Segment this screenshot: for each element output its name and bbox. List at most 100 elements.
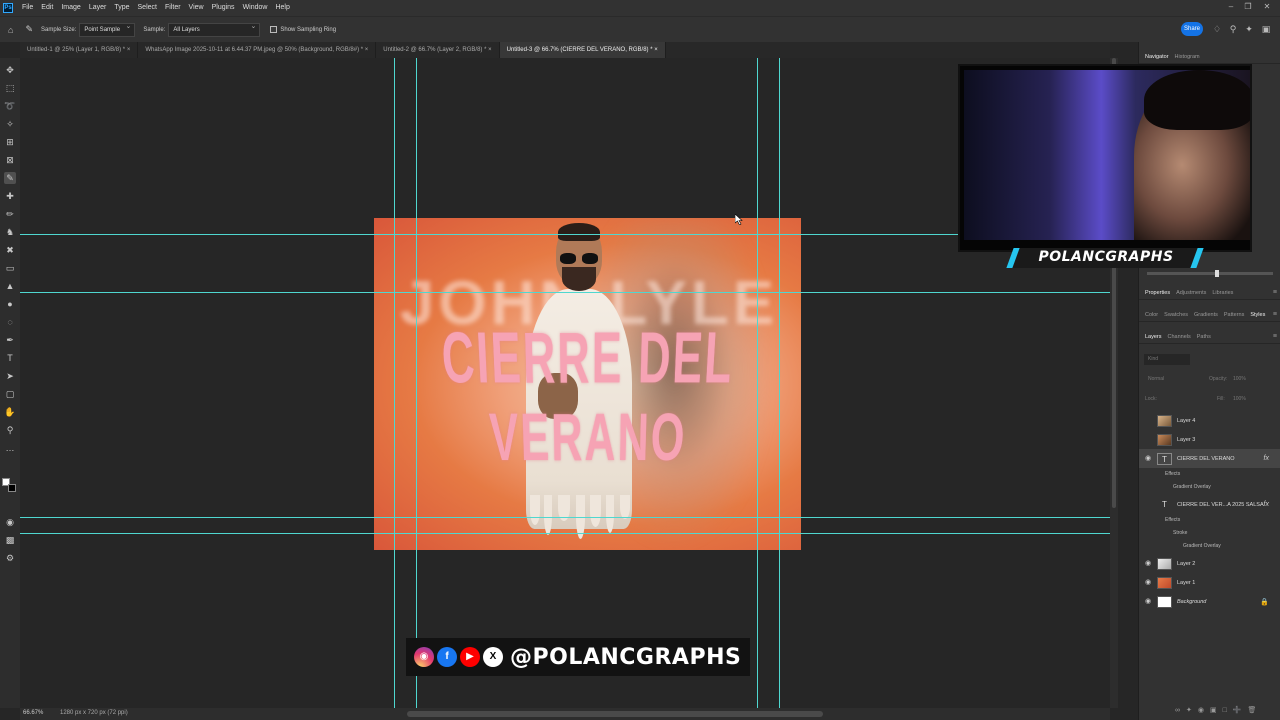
guide-horizontal[interactable]	[20, 292, 1110, 293]
bell-icon[interactable]: ♢	[1212, 24, 1222, 34]
layer-row[interactable]: ◉ Layer 1	[1139, 573, 1280, 592]
zoom-level[interactable]: 66.67%	[23, 710, 43, 716]
tab-properties[interactable]: Properties	[1145, 290, 1170, 296]
menu-layer[interactable]: Layer	[85, 0, 111, 16]
guide-horizontal[interactable]	[20, 234, 1110, 235]
tab-patterns[interactable]: Patterns	[1224, 312, 1244, 318]
guide-vertical[interactable]	[779, 58, 780, 708]
close-icon[interactable]: ✕	[1262, 2, 1272, 12]
move-tool-icon[interactable]: ✥	[4, 64, 16, 76]
artwork-canvas[interactable]: JOHN LYLE CIERRE DEL VERANO	[374, 218, 801, 550]
guide-horizontal[interactable]	[20, 533, 1110, 534]
sample-select[interactable]: All Layers	[168, 21, 261, 37]
canvas-area[interactable]: JOHN LYLE CIERRE DEL VERANO ◉ f ▶ X @POL…	[20, 58, 1110, 708]
fx-icon[interactable]: fx	[1264, 501, 1269, 508]
tab-swatches[interactable]: Swatches	[1164, 312, 1188, 318]
menu-help[interactable]: Help	[271, 0, 293, 16]
tab-styles[interactable]: Styles	[1250, 312, 1265, 318]
paint-bucket-tool-icon[interactable]: ▲	[4, 280, 16, 292]
crop-tool-icon[interactable]: ⊞	[4, 136, 16, 148]
slider-handle[interactable]	[1215, 270, 1219, 277]
tab-untitled-3[interactable]: Untitled-3 @ 66.7% (CIERRE DEL VERANO, R…	[499, 42, 666, 58]
effect-gradient-overlay[interactable]: Gradient Overlay	[1183, 543, 1221, 549]
layer-row[interactable]: Layer 3	[1139, 430, 1280, 449]
tab-navigator[interactable]: Navigator	[1145, 54, 1169, 60]
tab-untitled-1[interactable]: Untitled-1 @ 25% (Layer 1, RGB/8) * ×	[20, 42, 139, 58]
background-color-swatch[interactable]	[8, 484, 16, 492]
eye-icon[interactable]: ◉	[1144, 455, 1152, 463]
type-tool-icon[interactable]: T	[4, 352, 16, 364]
menu-view[interactable]: View	[185, 0, 208, 16]
tab-close-icon[interactable]: ×	[365, 47, 369, 53]
quick-mask-icon[interactable]: ◉	[4, 516, 16, 528]
guide-horizontal[interactable]	[20, 517, 1110, 518]
extra-tools-icon[interactable]: ⚙	[4, 552, 16, 564]
tab-paths[interactable]: Paths	[1197, 334, 1211, 340]
history-brush-tool-icon[interactable]: ✖	[4, 244, 16, 256]
eyedropper-tool-icon[interactable]: ✎	[4, 172, 16, 184]
tab-close-icon[interactable]: ×	[127, 47, 131, 53]
horizontal-scroll-thumb[interactable]	[407, 711, 823, 717]
more-tools-icon[interactable]: …	[4, 442, 16, 454]
panel-menu-icon[interactable]: ≡	[1273, 311, 1277, 318]
frame-tool-icon[interactable]: ⊠	[4, 154, 16, 166]
magic-wand-tool-icon[interactable]: ✧	[4, 118, 16, 130]
rectangle-tool-icon[interactable]: ▢	[4, 388, 16, 400]
brush-tool-icon[interactable]: ✏	[4, 208, 16, 220]
guide-vertical[interactable]	[757, 58, 758, 708]
layer-row[interactable]: ◉ Background 🔒	[1139, 592, 1280, 611]
eye-icon[interactable]: ◉	[1144, 560, 1152, 568]
panel-menu-icon[interactable]: ≡	[1273, 333, 1277, 340]
tab-adjustments[interactable]: Adjustments	[1176, 290, 1206, 296]
document-size[interactable]: 1280 px x 720 px (72 ppi)	[60, 710, 128, 716]
hand-tool-icon[interactable]: ✋	[4, 406, 16, 418]
menu-window[interactable]: Window	[239, 0, 272, 16]
menu-edit[interactable]: Edit	[37, 0, 57, 16]
tab-whatsapp-image[interactable]: WhatsApp Image 2025-10-11 at 6.44.37 PM.…	[138, 42, 377, 58]
tab-libraries[interactable]: Libraries	[1212, 290, 1233, 296]
show-sampling-ring-checkbox[interactable]	[270, 26, 278, 33]
clone-stamp-tool-icon[interactable]: ♞	[4, 226, 16, 238]
share-button[interactable]: Share	[1181, 22, 1203, 36]
screen-mode-icon[interactable]: ▩	[4, 534, 16, 546]
pen-tool-icon[interactable]: ✒	[4, 334, 16, 346]
zoom-tool-icon[interactable]: ⚲	[4, 424, 16, 436]
menu-filter[interactable]: Filter	[161, 0, 185, 16]
path-selection-tool-icon[interactable]: ➤	[4, 370, 16, 382]
home-icon[interactable]: ⌂	[8, 25, 13, 35]
layer-row[interactable]: T CIERRE DEL VER...A 2025 SALSA fx	[1139, 495, 1280, 514]
discover-icon[interactable]: ✦	[1244, 24, 1254, 34]
layer-row[interactable]: Layer 4	[1139, 411, 1280, 430]
layer-actions-bar[interactable]: ∞✦◉▣□➕🗑	[1175, 706, 1262, 714]
fill-value[interactable]: 100%	[1233, 396, 1246, 402]
tab-close-icon[interactable]: ×	[654, 47, 658, 53]
tab-close-icon[interactable]: ×	[488, 47, 492, 53]
menu-file[interactable]: File	[18, 0, 37, 16]
tab-gradients[interactable]: Gradients	[1194, 312, 1218, 318]
menu-select[interactable]: Select	[134, 0, 161, 16]
layer-row-selected[interactable]: ◉ T CIERRE DEL VERANO fx	[1139, 449, 1280, 468]
dodge-tool-icon[interactable]: ◌	[4, 316, 16, 328]
menu-image[interactable]: Image	[57, 0, 84, 16]
eraser-tool-icon[interactable]: ▭	[4, 262, 16, 274]
sample-size-select[interactable]: Point Sample	[79, 21, 136, 37]
layer-row[interactable]: ◉ Layer 2	[1139, 554, 1280, 573]
healing-brush-tool-icon[interactable]: ✚	[4, 190, 16, 202]
effect-stroke[interactable]: Stroke	[1173, 530, 1187, 536]
navigator-zoom-slider[interactable]	[1147, 270, 1273, 277]
marquee-tool-icon[interactable]: ⬚	[4, 82, 16, 94]
tab-color[interactable]: Color	[1145, 312, 1158, 318]
search-icon[interactable]: ⚲	[1228, 24, 1238, 34]
restore-icon[interactable]: ❐	[1243, 2, 1253, 12]
guide-vertical[interactable]	[416, 58, 417, 708]
blend-mode-select[interactable]: Normal	[1144, 374, 1194, 385]
opacity-value[interactable]: 100%	[1233, 376, 1246, 382]
layer-filter-input[interactable]: Kind	[1144, 354, 1190, 365]
menu-plugins[interactable]: Plugins	[208, 0, 239, 16]
effect-gradient-overlay[interactable]: Gradient Overlay	[1173, 484, 1211, 490]
panel-menu-icon[interactable]: ≡	[1273, 289, 1277, 296]
menu-type[interactable]: Type	[110, 0, 133, 16]
lasso-tool-icon[interactable]: ➰	[4, 100, 16, 112]
tab-untitled-2[interactable]: Untitled-2 @ 66.7% (Layer 2, RGB/8) * ×	[376, 42, 500, 58]
fx-icon[interactable]: fx	[1264, 455, 1269, 462]
